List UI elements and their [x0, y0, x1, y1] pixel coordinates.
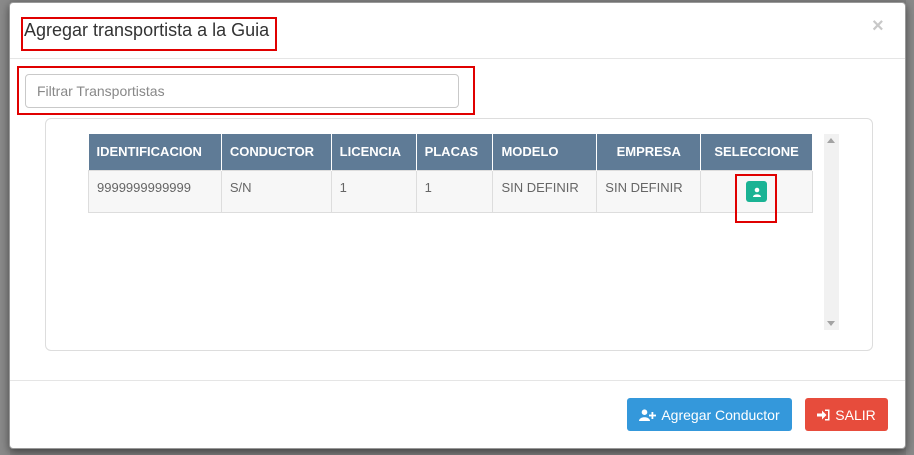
cell-modelo: SIN DEFINIR: [492, 169, 598, 213]
filter-carriers-input[interactable]: [25, 74, 459, 108]
add-driver-label: Agregar Conductor: [661, 406, 780, 423]
scroll-down-arrow-icon[interactable]: [827, 321, 835, 326]
header-licencia: LICENCIA: [331, 134, 417, 170]
add-driver-button[interactable]: Agregar Conductor: [627, 398, 792, 431]
cell-conductor: S/N: [220, 169, 332, 213]
cell-licencia: 1: [330, 169, 417, 213]
cell-empresa: SIN DEFINIR: [596, 169, 702, 213]
add-carrier-modal: Agregar transportista a la Guia × IDENTI…: [9, 2, 906, 449]
table-scrollbar[interactable]: [824, 134, 839, 330]
close-icon[interactable]: ×: [872, 16, 884, 36]
modal-header: Agregar transportista a la Guia ×: [10, 3, 905, 59]
table-row: 9999999999999 S/N 1 1 SIN DEFINIR SIN DE…: [88, 169, 813, 213]
cell-placas: 1: [415, 169, 494, 213]
user-icon: [752, 187, 761, 197]
background-page-right: [906, 0, 914, 455]
select-carrier-button[interactable]: [746, 181, 767, 202]
header-placas: PLACAS: [416, 134, 494, 170]
table-header-row: IDENTIFICACION CONDUCTOR LICENCIA PLACAS…: [88, 134, 813, 170]
header-modelo: MODELO: [492, 134, 598, 170]
cell-identificacion: 9999999999999: [88, 169, 222, 213]
header-seleccione: SELECCIONE: [700, 134, 813, 170]
scroll-up-arrow-icon[interactable]: [827, 138, 835, 143]
modal-footer: Agregar Conductor SALIR: [10, 380, 905, 450]
sign-in-icon: [817, 409, 830, 420]
exit-button[interactable]: SALIR: [805, 398, 888, 431]
header-identificacion: IDENTIFICACION: [88, 134, 222, 170]
user-plus-icon: [639, 408, 657, 421]
modal-title: Agregar transportista a la Guia: [24, 20, 270, 40]
carriers-table-wrap: IDENTIFICACION CONDUCTOR LICENCIA PLACAS…: [88, 134, 813, 213]
header-empresa: EMPRESA: [596, 134, 702, 170]
exit-label: SALIR: [835, 406, 876, 423]
carriers-table: IDENTIFICACION CONDUCTOR LICENCIA PLACAS…: [88, 134, 813, 213]
header-conductor: CONDUCTOR: [221, 134, 332, 170]
